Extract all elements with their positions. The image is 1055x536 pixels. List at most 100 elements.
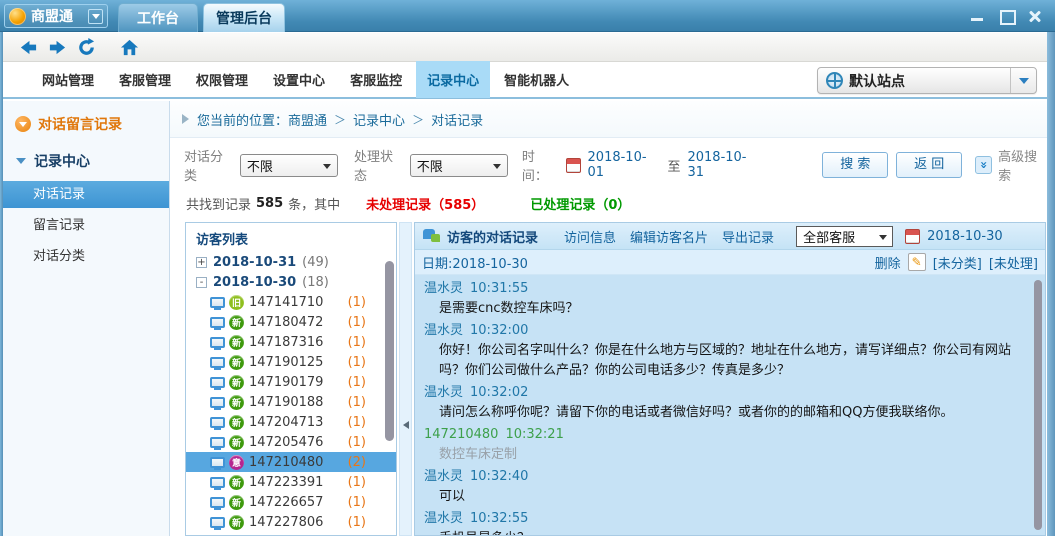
sidebar-item-chat-categories[interactable]: 对话分类 — [3, 243, 169, 270]
menu-bar: 网站管理 客服管理 权限管理 设置中心 客服监控 记录中心 智能机器人 默认站点 — [3, 62, 1047, 99]
visitor-message-count: (1) — [348, 295, 366, 310]
visitor-row[interactable]: 新 147190188 (1) — [186, 392, 396, 412]
visit-info-link[interactable]: 访问信息 — [564, 227, 616, 246]
chat-message: 温水灵10:32:00 你好！你公司名字叫什么？你是在什么地方与区域的？地址在什… — [424, 320, 1023, 381]
date-to-field[interactable]: 2018-10-31 — [687, 150, 758, 180]
chat-panel-header: 访客的对话记录 访问信息 编辑访客名片 导出记录 全部客服 2018-10-30 — [415, 223, 1045, 250]
menu-record-center[interactable]: 记录中心 — [416, 61, 490, 98]
monitor-icon — [210, 437, 225, 448]
message-text: 请问怎么称呼你呢？请留下你的电话或者微信好吗？或者你的的邮箱和QQ方便我联络你。 — [424, 403, 1023, 423]
unprocessed-records-link[interactable]: 未处理记录（585） — [366, 194, 484, 213]
tree-group-2018-10-31[interactable]: + 2018-10-31 (49) — [186, 252, 396, 272]
menu-website-mgmt[interactable]: 网站管理 — [31, 61, 105, 98]
breadcrumb-part-chat-records[interactable]: 对话记录 — [431, 110, 483, 129]
close-icon[interactable] — [1027, 9, 1043, 23]
sidebar-item-chat-records[interactable]: 对话记录 — [3, 181, 169, 208]
double-chevron-down-icon[interactable]: » — [975, 156, 992, 174]
edit-visitor-card-link[interactable]: 编辑访客名片 — [630, 227, 708, 246]
site-selector[interactable]: 默认站点 — [817, 67, 1037, 94]
visitor-id: 147187316 — [249, 335, 323, 350]
speech-bubbles-icon — [423, 229, 441, 244]
scrollbar-thumb[interactable] — [385, 261, 394, 441]
collapse-left-icon[interactable] — [403, 421, 409, 429]
category-filter-label: 对话分类 — [184, 146, 233, 184]
visitor-row[interactable]: 新 147180472 (1) — [186, 312, 396, 332]
monitor-icon — [210, 357, 225, 368]
tab-workbench[interactable]: 工作台 — [118, 3, 198, 32]
visitor-row[interactable]: 新 147187316 (1) — [186, 332, 396, 352]
site-selector-dropdown-icon[interactable] — [1010, 68, 1036, 93]
monitor-icon — [210, 337, 225, 348]
breadcrumb-part-app[interactable]: 商盟通 — [288, 110, 327, 129]
menu-service-mgmt[interactable]: 客服管理 — [108, 61, 182, 98]
visitor-row[interactable]: 新 147227806 (1) — [186, 512, 396, 532]
date-from-field[interactable]: 2018-10-01 — [588, 150, 659, 180]
return-button[interactable]: 返 回 — [896, 152, 962, 178]
visitor-row[interactable]: 新 147226657 (1) — [186, 492, 396, 512]
minimize-icon[interactable] — [969, 9, 985, 23]
visitor-row[interactable]: 新 147228302 (1) — [186, 532, 396, 536]
visitor-list-scrollbar[interactable] — [384, 255, 395, 532]
back-icon[interactable] — [19, 38, 38, 57]
visitor-row[interactable]: 旧 147141710 (1) — [186, 292, 396, 312]
scrollbar-thumb[interactable] — [1034, 280, 1042, 530]
visitor-row[interactable]: 新 147204713 (1) — [186, 412, 396, 432]
panel-collapse-strip[interactable] — [399, 222, 412, 536]
chat-scrollbar[interactable] — [1033, 278, 1043, 531]
collapse-icon[interactable]: - — [196, 277, 207, 288]
delete-link[interactable]: 删除 — [875, 253, 901, 272]
app-logo[interactable]: 商盟通 — [4, 4, 108, 28]
visitor-message-count: (1) — [348, 475, 366, 490]
visitor-row[interactable]: 新 147190179 (1) — [186, 372, 396, 392]
refresh-icon[interactable] — [77, 38, 96, 57]
menu-smart-robot[interactable]: 智能机器人 — [493, 61, 580, 98]
chat-date-label: 日期:2018-10-30 — [422, 253, 528, 272]
sidebar-item-message-records[interactable]: 留言记录 — [3, 212, 169, 239]
sidebar-group-record-center[interactable]: 记录中心 — [3, 134, 169, 177]
visitor-badge: 新 — [229, 435, 244, 450]
export-records-link[interactable]: 导出记录 — [722, 227, 774, 246]
visitor-row[interactable]: 意 147210480 (2) — [186, 452, 396, 472]
tag-unprocessed[interactable]: [未处理] — [989, 253, 1038, 272]
tag-uncategorized[interactable]: [未分类] — [933, 253, 982, 272]
message-sender: 温水灵 — [424, 469, 463, 484]
advanced-search-link[interactable]: 高级搜索 — [998, 146, 1047, 184]
agent-select[interactable]: 全部客服 — [796, 226, 893, 247]
visitor-id: 147226657 — [249, 495, 323, 510]
forward-icon[interactable] — [48, 38, 67, 57]
expand-icon[interactable]: + — [196, 257, 207, 268]
message-time: 10:31:55 — [470, 281, 528, 296]
menu-settings-center[interactable]: 设置中心 — [262, 61, 336, 98]
search-button[interactable]: 搜 索 — [822, 152, 888, 178]
visitor-row[interactable]: 新 147223391 (1) — [186, 472, 396, 492]
chat-date-field[interactable]: 2018-10-30 — [927, 229, 1003, 244]
visitor-row[interactable]: 新 147205476 (1) — [186, 432, 396, 452]
visitor-message-count: (1) — [348, 335, 366, 350]
caret-down-icon — [16, 158, 26, 164]
logo-dropdown-icon[interactable] — [88, 9, 103, 24]
calendar-icon[interactable] — [566, 158, 581, 173]
processed-records-link[interactable]: 已处理记录（0） — [530, 194, 630, 213]
menu-permission-mgmt[interactable]: 权限管理 — [185, 61, 259, 98]
tree-group-2018-10-30[interactable]: - 2018-10-30 (18) — [186, 272, 396, 292]
pencil-icon[interactable] — [908, 253, 926, 271]
monitor-icon — [210, 517, 225, 528]
chat-message: 温水灵10:32:02 请问怎么称呼你呢？请留下你的电话或者微信好吗？或者你的的… — [424, 382, 1023, 423]
visitor-badge: 新 — [229, 315, 244, 330]
visitor-row[interactable]: 新 147190125 (1) — [186, 352, 396, 372]
maximize-icon[interactable] — [998, 9, 1014, 23]
message-sender: 147210480 — [424, 427, 498, 442]
visitor-list-title: 访客列表 — [186, 223, 396, 252]
visitor-message-count: (1) — [348, 435, 366, 450]
monitor-icon — [210, 317, 225, 328]
calendar-icon[interactable] — [905, 229, 920, 244]
status-select[interactable]: 不限 — [410, 154, 508, 177]
chat-message-header: 14721048010:32:21 — [424, 424, 1023, 445]
menu-service-monitor[interactable]: 客服监控 — [339, 61, 413, 98]
tab-admin-backend[interactable]: 管理后台 — [203, 3, 285, 32]
breadcrumb-part-record-center[interactable]: 记录中心 — [353, 110, 405, 129]
visitor-message-count: (1) — [348, 495, 366, 510]
home-icon[interactable] — [120, 38, 139, 57]
chevron-down-icon — [323, 164, 331, 169]
category-select[interactable]: 不限 — [240, 154, 338, 177]
